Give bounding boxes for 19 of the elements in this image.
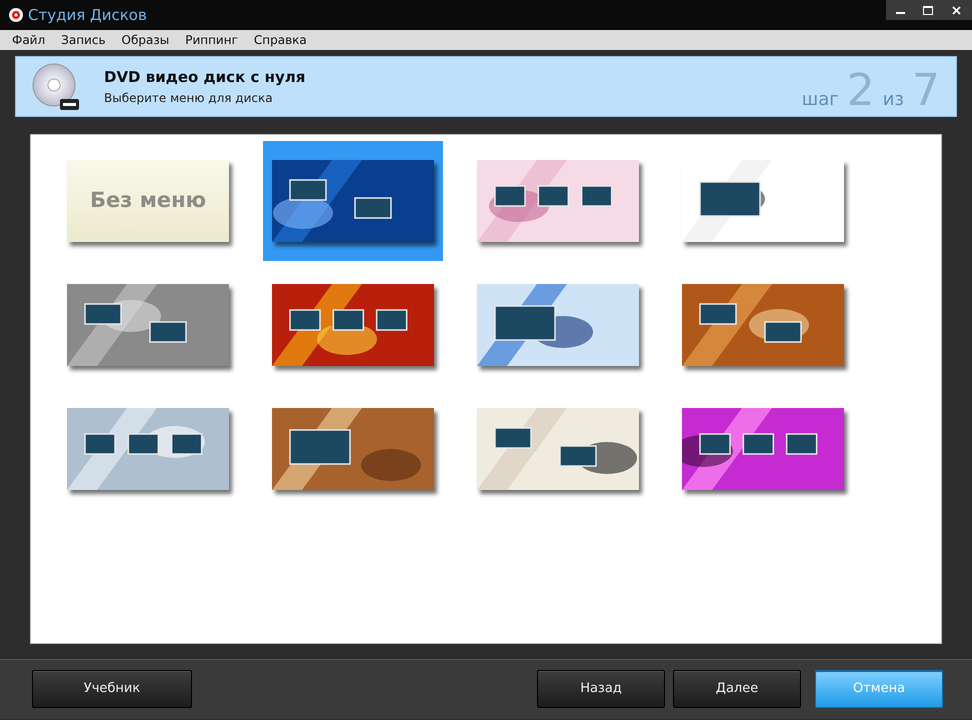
wizard-button[interactable]: Учебник	[32, 670, 192, 708]
step-label: из	[882, 88, 904, 112]
dvd-disc-icon	[32, 62, 80, 110]
menu-item[interactable]: Справка	[246, 30, 315, 50]
wizard-button[interactable]: Назад	[537, 670, 665, 708]
disc-icon	[8, 7, 24, 24]
header-title: DVD видео диск с нуля	[104, 67, 306, 88]
menu-item[interactable]: Образы	[114, 30, 178, 50]
close-icon	[952, 6, 960, 14]
window-title: Студия Дисков	[28, 5, 147, 26]
minimize-icon	[896, 12, 904, 14]
maximize-icon	[923, 6, 933, 14]
step-label: шаг	[802, 88, 839, 112]
menu-item[interactable]: Файл	[4, 30, 54, 50]
menu-item[interactable]: Запись	[53, 30, 114, 50]
header-subtitle: Выберите меню для диска	[104, 90, 274, 107]
wizard-button[interactable]: Далее	[673, 670, 801, 708]
menu-item[interactable]: Риппинг	[177, 30, 246, 50]
template-tile[interactable]	[263, 141, 443, 261]
